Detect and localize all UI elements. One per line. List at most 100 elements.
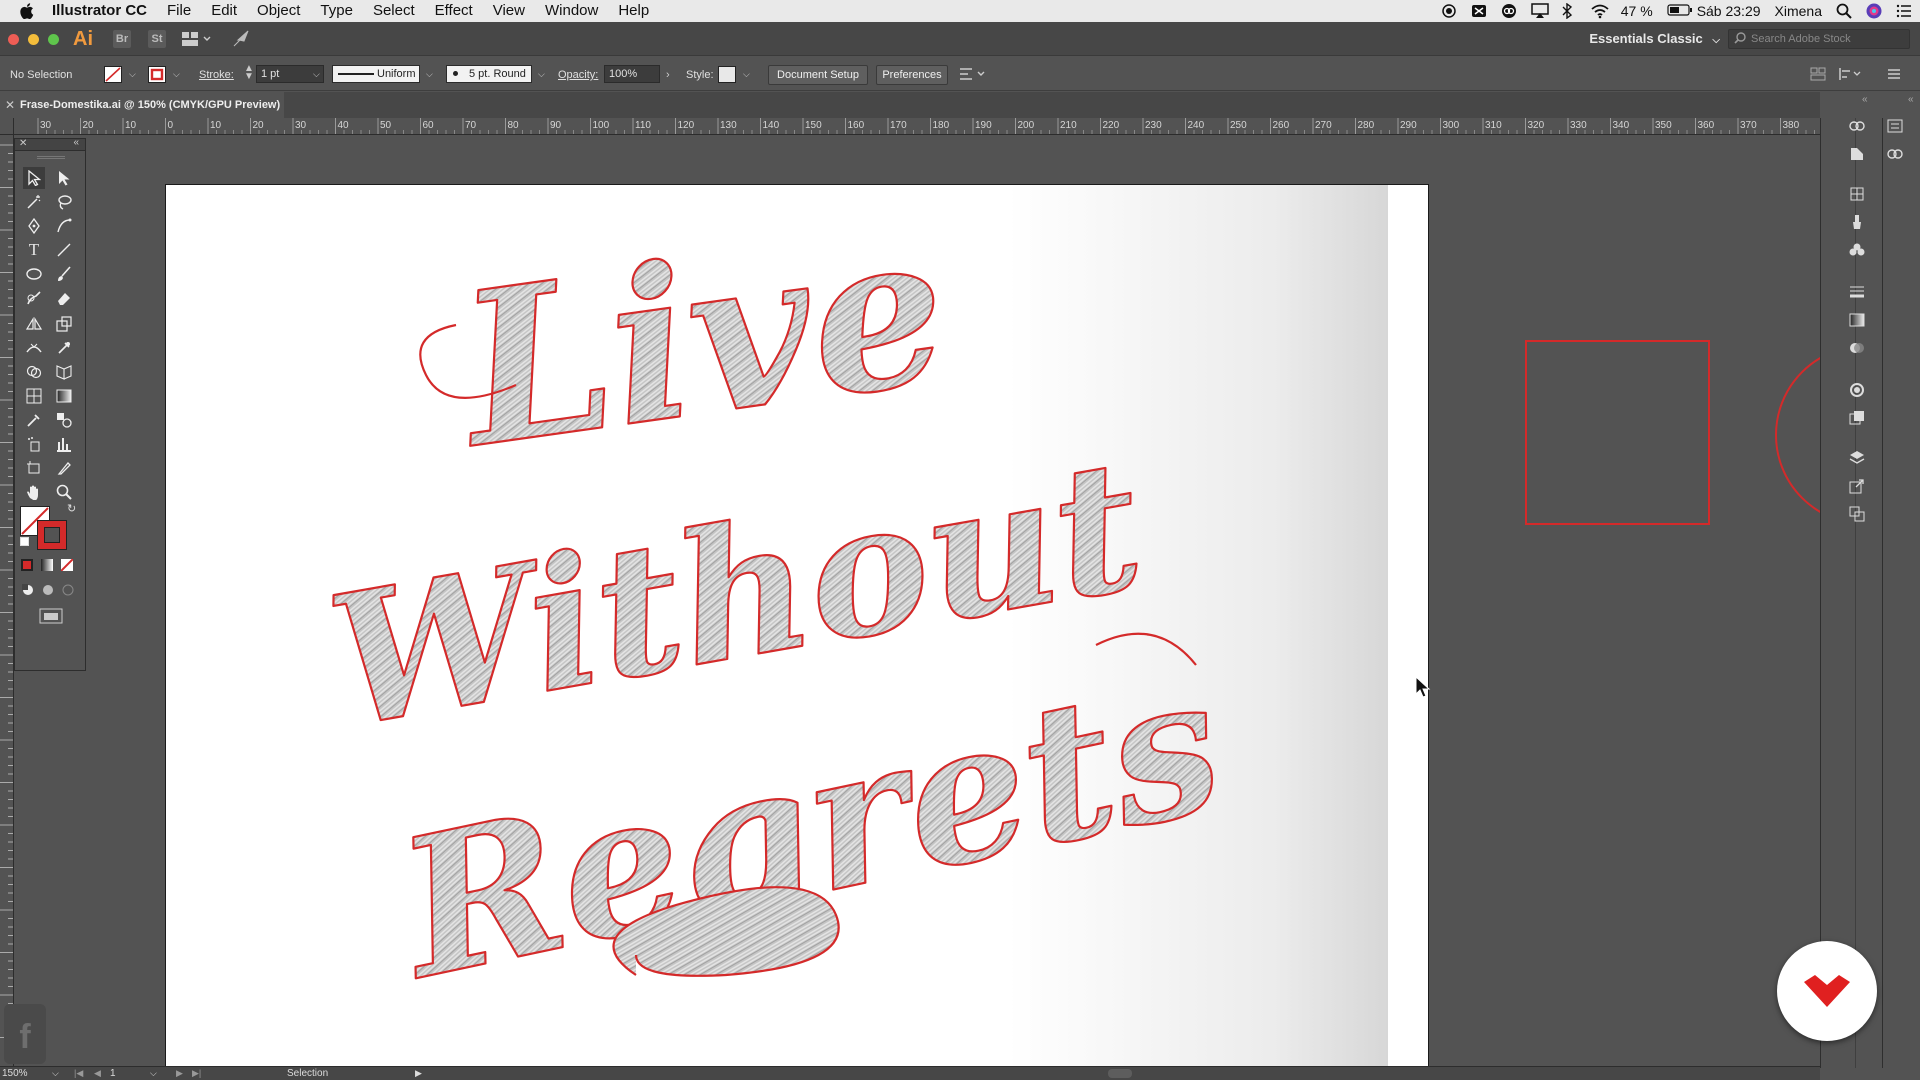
canvas-area[interactable]: Live Without Regrets [14,135,1820,1068]
gradient-mode-button[interactable] [41,559,53,571]
ellipse-shape[interactable] [1775,345,1820,525]
artboard-dropdown-icon[interactable]: ⌵ [150,1067,157,1080]
symbol-sprayer-tool-icon[interactable] [23,433,45,455]
scale-tool-icon[interactable] [53,313,75,335]
menu-view[interactable]: View [483,0,535,22]
arrange-panel-icon[interactable] [1810,67,1826,84]
collapse-dock-icon[interactable]: « [1862,94,1868,105]
style-dropdown-icon[interactable]: ⌵ [743,69,750,80]
menu-file[interactable]: File [157,0,201,22]
curvature-tool-icon[interactable] [53,215,75,237]
stroke-swatch[interactable] [148,66,166,83]
tools-grip[interactable] [37,156,65,159]
profile-dropdown-icon[interactable]: ⌵ [426,69,433,80]
control-bar-menu-icon[interactable] [1886,67,1902,84]
reflect-tool-icon[interactable] [23,313,45,335]
fill-swatch[interactable] [104,66,122,83]
opacity-arrow-icon[interactable]: › [666,69,670,81]
last-artboard-icon[interactable]: ▶| [192,1067,201,1080]
gradient-tool-icon[interactable] [53,385,75,407]
fill-dropdown-icon[interactable]: ⌵ [129,69,136,80]
first-artboard-icon[interactable]: |◀ [74,1067,83,1080]
hand-tool-icon[interactable] [23,481,45,503]
graphic-styles-panel-icon[interactable] [1848,410,1866,426]
vertical-ruler[interactable] [0,135,14,1068]
bluetooth-icon[interactable] [1561,2,1577,20]
close-icon[interactable]: ✕ [19,138,27,149]
stroke-panel-icon[interactable] [1848,284,1866,300]
previous-artboard-icon[interactable]: ◀ [94,1067,101,1080]
stroke-color-box[interactable] [37,520,67,550]
eyedropper-tool-icon[interactable] [23,409,45,431]
line-segment-tool-icon[interactable] [53,239,75,261]
artboard-navigation-field[interactable]: 1 ⌵ [110,1067,160,1080]
brush-definition[interactable]: 5 pt. Round [446,65,532,83]
battery-icon[interactable] [1667,3,1692,19]
artboards-panel-icon[interactable] [1848,506,1866,522]
menu-edit[interactable]: Edit [201,0,247,22]
shape-builder-tool-icon[interactable] [23,361,45,383]
adobe-stock-search-input[interactable]: Search Adobe Stock [1728,29,1910,49]
eraser-tool-icon[interactable] [53,287,75,309]
lasso-tool-icon[interactable] [53,191,75,213]
gradient-panel-icon[interactable] [1848,312,1866,328]
properties-panel-icon[interactable] [1848,146,1866,162]
draw-behind-icon[interactable] [41,583,55,602]
draw-inside-icon[interactable] [61,583,75,602]
artboard-tool-icon[interactable] [23,457,45,479]
gpu-performance-icon[interactable] [232,30,252,53]
artboard[interactable]: Live Without Regrets [166,185,1428,1068]
status-menu-arrow-icon[interactable]: ▶ [415,1067,422,1080]
graphic-style-swatch[interactable] [718,66,736,83]
variable-width-profile[interactable]: Uniform [332,65,420,83]
stroke-color-dropdown-icon[interactable]: ⌵ [173,69,180,80]
zoom-tool-icon[interactable] [53,481,75,503]
color-mode-button[interactable] [21,559,33,571]
user-name[interactable]: Ximena [1775,3,1822,19]
shaper-tool-icon[interactable] [23,287,45,309]
draw-normal-icon[interactable] [21,583,35,602]
window-close-button[interactable] [8,34,19,45]
domestika-brand-button[interactable] [1777,941,1877,1041]
lettering-artwork[interactable]: Live Without Regrets [166,185,1428,1068]
notification-center-icon[interactable] [1896,3,1912,19]
artwork-word-live[interactable]: Live [442,185,962,496]
horizontal-scrollbar[interactable] [432,1069,1808,1078]
menu-object[interactable]: Object [247,0,310,22]
airplay-icon[interactable] [1531,3,1549,19]
magic-wand-tool-icon[interactable] [23,191,45,213]
cc-libraries-icon[interactable] [1848,118,1866,134]
menu-app-name[interactable]: Illustrator CC [38,0,157,22]
opacity-label[interactable]: Opacity: [558,69,598,81]
symbols-panel-icon[interactable] [1848,242,1866,258]
transparency-panel-icon[interactable] [1848,340,1866,356]
direct-selection-tool-icon[interactable] [53,167,75,189]
tools-panel-header[interactable]: ✕ « [15,137,85,151]
rectangle-shape[interactable] [1525,340,1710,525]
window-zoom-button[interactable] [48,34,59,45]
arrange-documents-icon[interactable] [182,31,212,52]
selection-tool-icon[interactable] [23,167,45,189]
scissors-app-icon[interactable] [1471,3,1487,19]
document-tab[interactable]: Frase-Domestika.ai @ 150% (CMYK/GPU Prev… [0,92,284,118]
apple-icon[interactable] [16,0,38,22]
collapse-icon[interactable]: « [73,137,79,148]
brushes-panel-icon[interactable] [1848,214,1866,230]
width-tool-icon[interactable] [23,337,45,359]
swap-fill-stroke-icon[interactable]: ↻ [67,502,76,515]
puppet-warp-tool-icon[interactable] [53,337,75,359]
change-screen-mode-icon[interactable] [39,608,63,629]
menu-select[interactable]: Select [363,0,425,22]
workspace-switcher[interactable]: Essentials Classic ⌵ [1589,31,1720,46]
zoom-level-field[interactable]: 150% ⌵ [2,1067,60,1080]
window-minimize-button[interactable] [28,34,39,45]
cc-cloud-panel-icon[interactable] [1886,146,1904,162]
spotlight-search-icon[interactable] [1836,3,1852,19]
opacity-field[interactable]: 100% [604,65,660,83]
record-icon[interactable] [1441,3,1457,19]
ellipse-tool-icon[interactable] [23,263,45,285]
zoom-dropdown-icon[interactable]: ⌵ [52,1067,59,1080]
horizontal-scrollbar-thumb[interactable] [1108,1069,1132,1078]
perspective-grid-tool-icon[interactable] [53,361,75,383]
stroke-weight-dropdown-icon[interactable]: ⌵ [313,69,320,80]
